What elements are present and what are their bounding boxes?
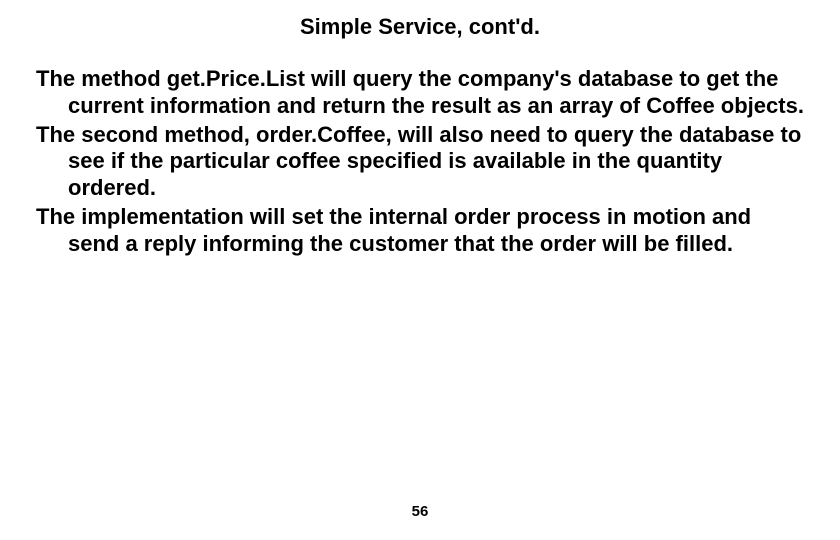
slide-title: Simple Service, cont'd. xyxy=(36,14,804,40)
body-paragraph: The implementation will set the internal… xyxy=(36,204,804,258)
page-number: 56 xyxy=(0,503,840,520)
body-paragraph: The second method, order.Coffee, will al… xyxy=(36,122,804,202)
slide: Simple Service, cont'd. The method get.P… xyxy=(0,0,840,540)
body-paragraph: The method get.Price.List will query the… xyxy=(36,66,804,120)
